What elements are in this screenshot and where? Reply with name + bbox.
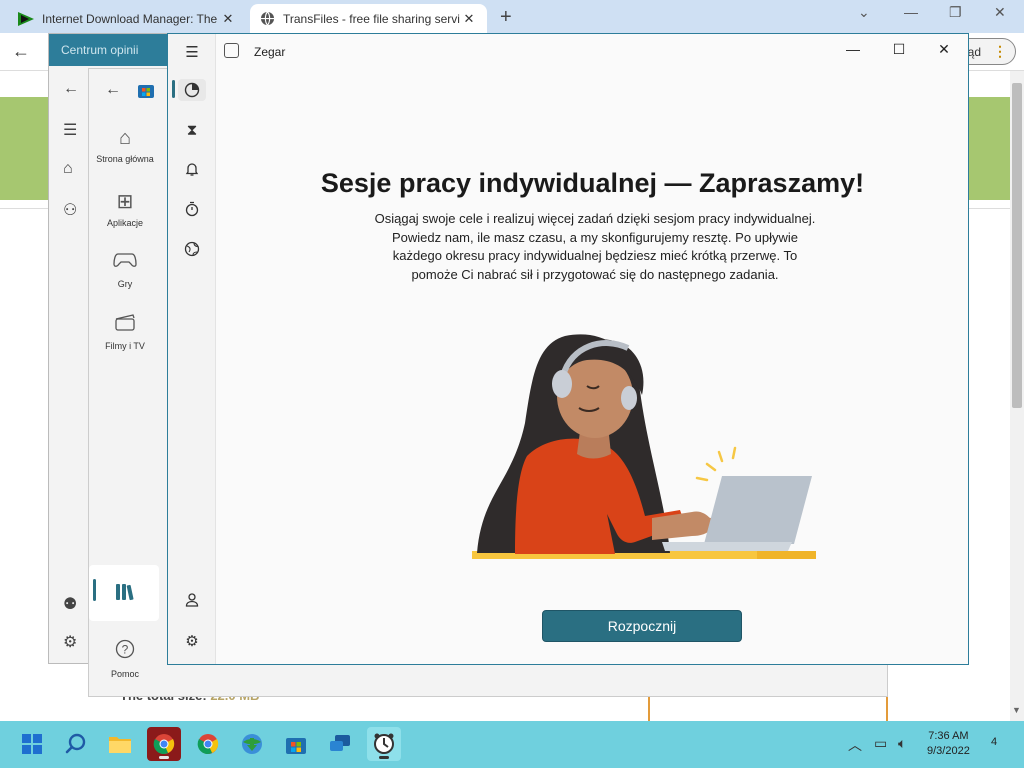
home-icon: ⌂ bbox=[118, 127, 132, 149]
world-clock-icon[interactable] bbox=[182, 239, 202, 259]
alarm-icon[interactable] bbox=[182, 159, 202, 179]
timer-icon[interactable]: ⧗ bbox=[182, 120, 202, 140]
svg-text:?: ? bbox=[122, 643, 129, 657]
clock-window[interactable]: ☰ ⧗ ⚙ Zegar — ☐ ✕ Sesje pracy indywidual… bbox=[167, 33, 969, 665]
store-logo-icon bbox=[138, 85, 154, 98]
store-nav-home[interactable]: ⌂ Strona główna bbox=[89, 127, 161, 164]
browser-tab-transfiles[interactable]: TransFiles - free file sharing servi ✕ bbox=[250, 4, 487, 33]
help-icon: ? bbox=[89, 639, 161, 665]
back-arrow-icon[interactable]: ← bbox=[105, 81, 121, 99]
store-nav-label: Pomoc bbox=[110, 669, 139, 679]
back-arrow-icon[interactable]: ← bbox=[63, 80, 79, 98]
add-user-icon[interactable]: ⚉ bbox=[63, 594, 77, 614]
store-nav-library[interactable] bbox=[89, 565, 159, 621]
clock-time: 7:36 AM bbox=[928, 730, 969, 742]
tab-search-icon[interactable]: ⌄ bbox=[858, 4, 870, 21]
maximize-icon[interactable]: ☐ bbox=[884, 41, 914, 58]
clock-titlebar[interactable]: Zegar — ☐ ✕ bbox=[168, 34, 968, 68]
clock-app-icon bbox=[224, 43, 239, 58]
hamburger-icon[interactable]: ☰ bbox=[63, 120, 77, 140]
focus-sessions-icon[interactable] bbox=[178, 79, 206, 101]
volume-icon[interactable]: 🔈︎ bbox=[898, 735, 906, 752]
apps-icon: ⊞ bbox=[116, 191, 134, 213]
back-arrow-icon[interactable]: ← bbox=[12, 41, 30, 62]
store-nav-games[interactable]: Gry bbox=[89, 251, 161, 289]
file-explorer-icon[interactable] bbox=[103, 727, 137, 761]
feedback-icon[interactable]: ⚇ bbox=[63, 200, 77, 220]
clapperboard-icon bbox=[89, 313, 161, 337]
store-nav-apps[interactable]: ⊞ Aplikacje bbox=[89, 189, 161, 228]
close-icon[interactable]: ✕ bbox=[994, 4, 1006, 21]
restore-icon[interactable]: ❐ bbox=[949, 4, 962, 21]
selection-indicator bbox=[93, 579, 96, 601]
window-title: Zegar bbox=[254, 45, 286, 59]
globe-icon bbox=[260, 11, 275, 26]
store-nav-label: Gry bbox=[117, 279, 133, 289]
store-nav-help[interactable]: ? Pomoc bbox=[89, 639, 161, 679]
minimize-icon[interactable]: — bbox=[904, 4, 918, 20]
divider bbox=[886, 697, 888, 721]
microsoft-store-icon[interactable] bbox=[279, 727, 313, 761]
chevron-up-icon[interactable]: ︿ bbox=[848, 735, 862, 755]
scroll-thumb[interactable] bbox=[1012, 83, 1022, 408]
close-tab-icon[interactable]: ✕ bbox=[461, 11, 477, 27]
network-icon[interactable]: ▭ bbox=[874, 735, 887, 752]
tab-title: Internet Download Manager: The bbox=[42, 11, 218, 26]
gamepad-icon bbox=[89, 251, 161, 275]
browser-tab-bar: Internet Download Manager: The ✕ TransFi… bbox=[0, 0, 1024, 33]
system-clock[interactable]: 7:36 AM 9/3/2022 bbox=[927, 729, 970, 759]
settings-icon[interactable]: ⚙ bbox=[182, 631, 202, 651]
selection-indicator bbox=[172, 80, 175, 98]
chrome-icon[interactable] bbox=[191, 727, 225, 761]
account-icon[interactable] bbox=[182, 590, 202, 610]
divider bbox=[648, 697, 650, 721]
new-tab-icon[interactable]: + bbox=[500, 6, 512, 29]
search-icon[interactable] bbox=[59, 727, 93, 761]
browser-tab-idm[interactable]: Internet Download Manager: The ✕ bbox=[8, 4, 246, 33]
taskbar: ︿ ▭ 🔈︎ 7:36 AM 9/3/2022 4 bbox=[0, 721, 1024, 768]
idm-icon[interactable] bbox=[235, 727, 269, 761]
focus-sessions-page: Sesje pracy indywidualnej — Zapraszamy! … bbox=[217, 68, 968, 664]
woman-laptop-illustration bbox=[472, 334, 816, 559]
active-indicator bbox=[379, 756, 389, 759]
page-description: Osiągaj swoje cele i realizuj więcej zad… bbox=[374, 211, 816, 282]
chrome-icon[interactable] bbox=[147, 727, 181, 761]
kebab-menu-icon[interactable]: ⋮ bbox=[993, 43, 1007, 60]
store-nav-movies[interactable]: Filmy i TV bbox=[89, 313, 161, 351]
tab-title: TransFiles - free file sharing servi bbox=[283, 11, 460, 26]
windows-start-icon[interactable] bbox=[15, 727, 49, 761]
store-nav-rail: ← ⌂ Strona główna ⊞ Aplikacje Gry Filmy … bbox=[89, 69, 167, 698]
close-icon[interactable]: ✕ bbox=[929, 41, 959, 58]
close-tab-icon[interactable]: ✕ bbox=[220, 11, 236, 27]
clock-icon[interactable] bbox=[367, 727, 401, 761]
scroll-down-icon[interactable]: ▼ bbox=[1012, 705, 1021, 715]
start-button[interactable]: Rozpocznij bbox=[542, 610, 742, 642]
library-icon bbox=[116, 584, 134, 601]
page-title: Sesje pracy indywidualnej — Zapraszamy! bbox=[320, 168, 865, 198]
store-nav-label: Strona główna bbox=[96, 154, 154, 164]
home-icon[interactable]: ⌂ bbox=[63, 160, 73, 178]
minimize-icon[interactable]: — bbox=[838, 41, 868, 57]
store-nav-label: Aplikacje bbox=[106, 218, 144, 228]
clock-nav-rail: ☰ ⧗ ⚙ bbox=[168, 34, 216, 664]
clock-date: 9/3/2022 bbox=[927, 745, 970, 757]
stopwatch-icon[interactable] bbox=[182, 199, 202, 219]
idm-tab-icon bbox=[18, 11, 34, 26]
notification-count[interactable]: 4 bbox=[991, 736, 997, 748]
page-scrollbar[interactable]: ▼ bbox=[1010, 71, 1024, 721]
feedback-hub-icon[interactable] bbox=[323, 727, 357, 761]
settings-icon[interactable]: ⚙ bbox=[63, 632, 77, 652]
active-indicator bbox=[159, 756, 169, 759]
feedback-hub-title: Centrum opinii bbox=[49, 34, 179, 66]
store-nav-label: Filmy i TV bbox=[105, 341, 145, 351]
